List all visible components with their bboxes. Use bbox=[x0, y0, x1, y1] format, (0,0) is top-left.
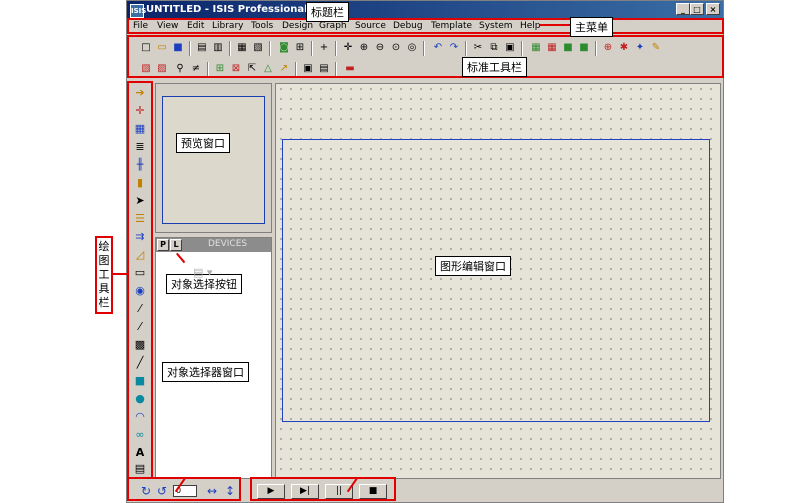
preview-window[interactable] bbox=[155, 83, 272, 233]
isis-app-icon: ISIS bbox=[130, 4, 146, 18]
minimize-button[interactable]: _ bbox=[676, 3, 690, 15]
main-menu-callout: 主菜单 bbox=[570, 17, 613, 37]
library-manager-button[interactable]: L bbox=[170, 239, 182, 251]
document-icon: ▤ ▾ bbox=[193, 266, 213, 279]
menu-highlight bbox=[127, 18, 724, 34]
window-title: UNTITLED - ISIS Professional bbox=[146, 4, 308, 15]
restore-button[interactable]: □ bbox=[690, 3, 704, 15]
object-selector-header: P L DEVICES bbox=[156, 238, 271, 252]
main-menu-connector bbox=[540, 24, 570, 26]
object-selector-window-callout: 对象选择器窗口 bbox=[162, 362, 249, 382]
standard-toolbar-callout: 标准工具栏 bbox=[462, 57, 527, 77]
drawing-toolbar-callout: 绘图工具栏 bbox=[95, 236, 113, 314]
object-selector-title: DEVICES bbox=[208, 239, 248, 249]
toolbar-highlight bbox=[127, 35, 724, 78]
title-bar: ISIS UNTITLED - ISIS Professional _ □ × bbox=[127, 1, 723, 19]
drawing-toolbar-connector bbox=[113, 273, 127, 275]
preview-window-callout: 预览窗口 bbox=[176, 133, 230, 153]
sheet-border bbox=[282, 139, 710, 422]
drawing-toolbar-highlight bbox=[127, 81, 153, 479]
graphics-edit-window-callout: 图形编辑窗口 bbox=[435, 256, 511, 276]
pick-devices-button[interactable]: P bbox=[157, 239, 169, 251]
simulation-controls-highlight bbox=[250, 477, 396, 501]
editing-canvas[interactable] bbox=[275, 83, 721, 479]
close-button[interactable]: × bbox=[706, 3, 720, 15]
title-bar-callout: 标题栏 bbox=[306, 2, 349, 22]
preview-sheet-outline bbox=[162, 96, 265, 224]
